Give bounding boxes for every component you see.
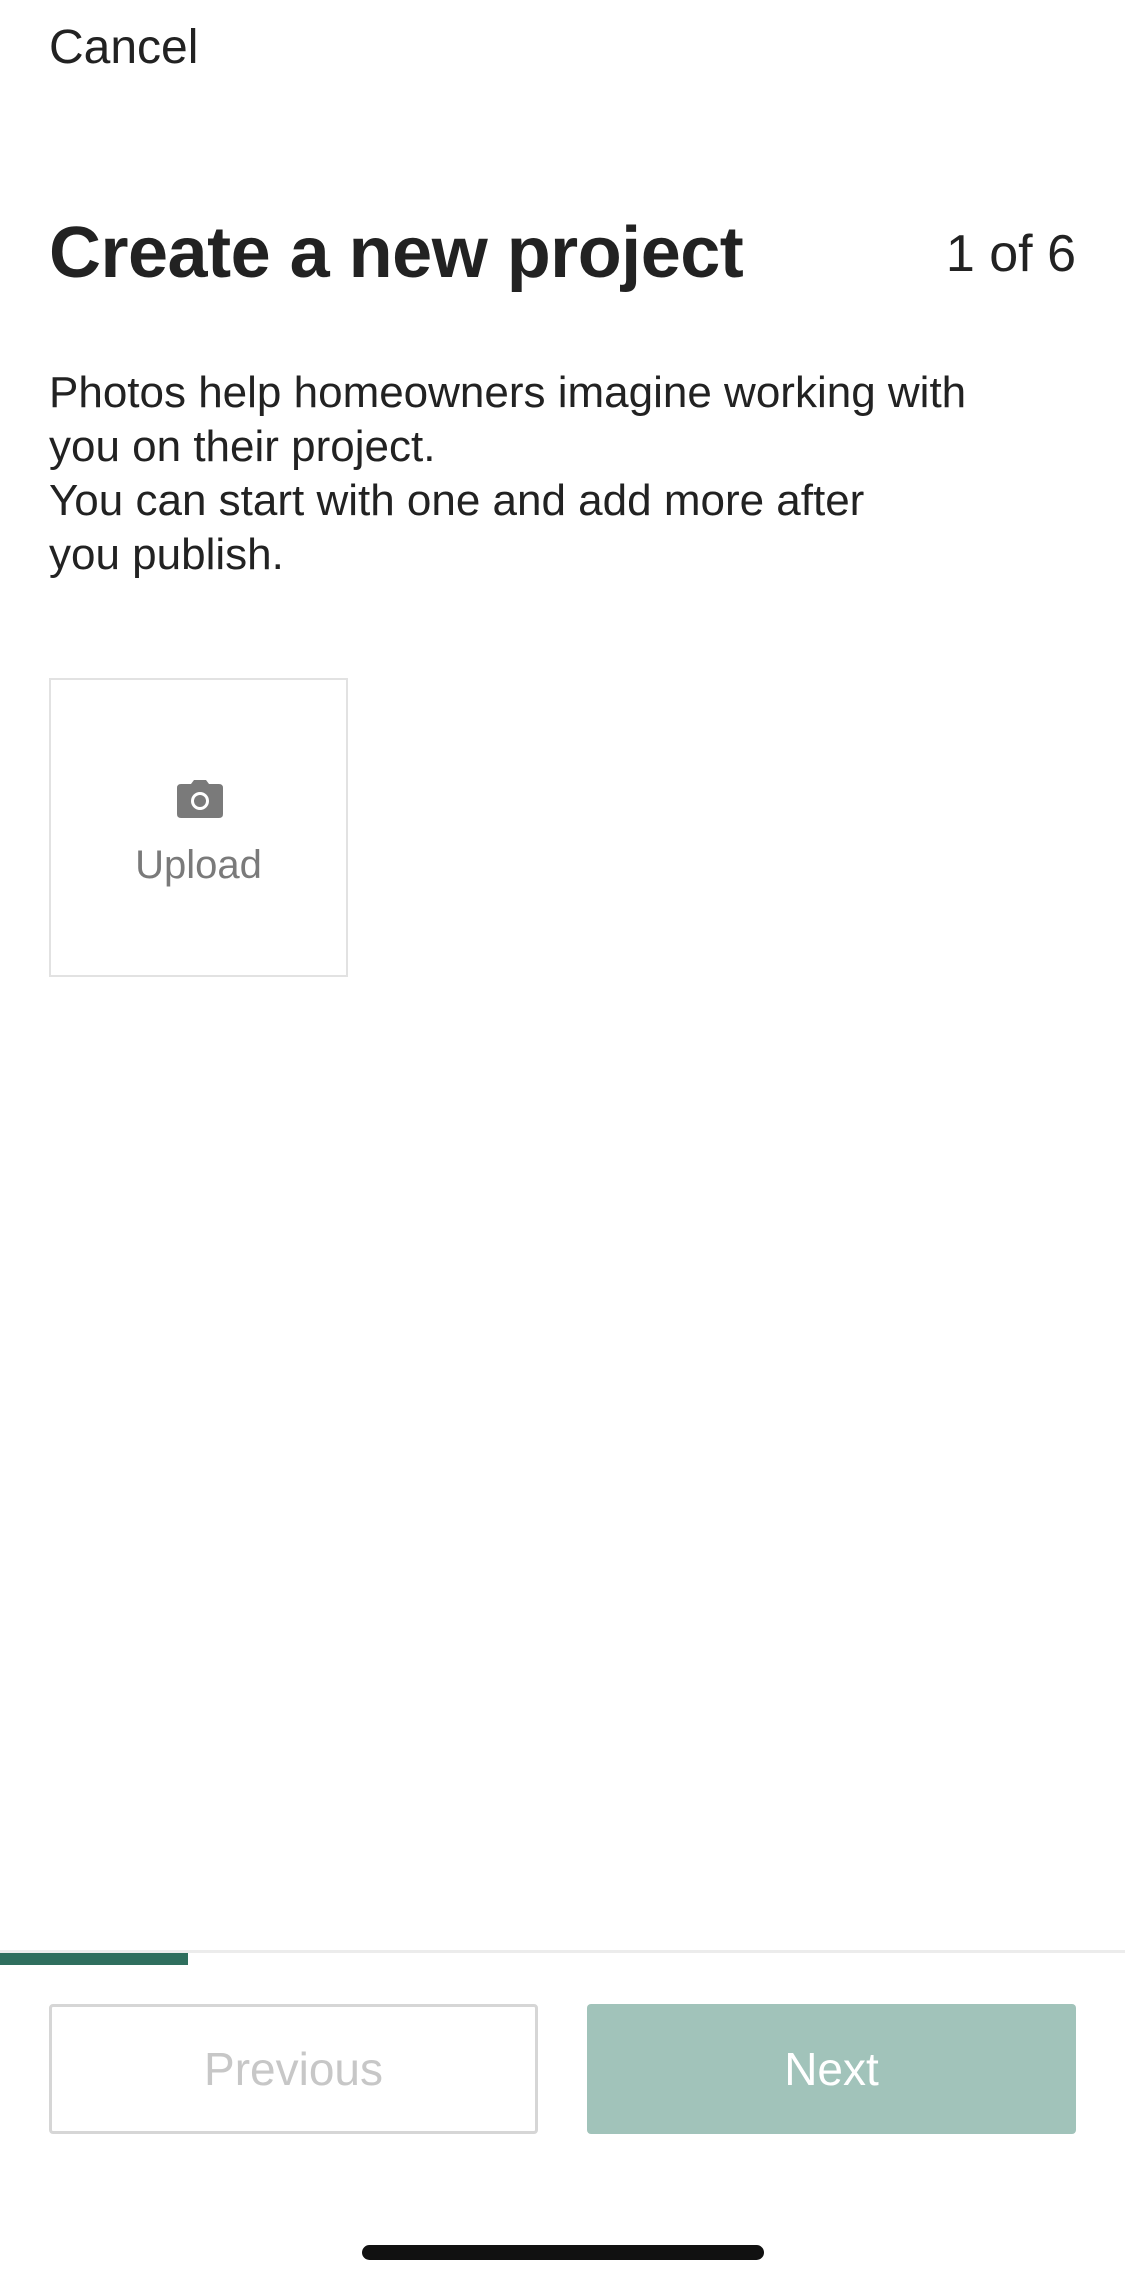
next-button[interactable]: Next (587, 2004, 1076, 2134)
home-indicator (362, 2245, 764, 2260)
cancel-button[interactable]: Cancel (49, 18, 198, 78)
page-title: Create a new project (49, 213, 744, 293)
upload-label: Upload (135, 843, 262, 887)
upload-photo-button[interactable]: Upload (49, 678, 348, 977)
description-paragraph: Photos help homeowners imagine working w… (49, 368, 967, 471)
progress-bar (0, 1953, 1125, 1965)
description-text: Photos help homeowners imagine working w… (49, 366, 1049, 582)
previous-button[interactable]: Previous (49, 2004, 538, 2134)
step-indicator: 1 of 6 (945, 225, 1076, 283)
description-paragraph: You can start with one and add more afte… (49, 476, 865, 579)
camera-icon (177, 780, 223, 818)
progress-fill (0, 1953, 188, 1965)
